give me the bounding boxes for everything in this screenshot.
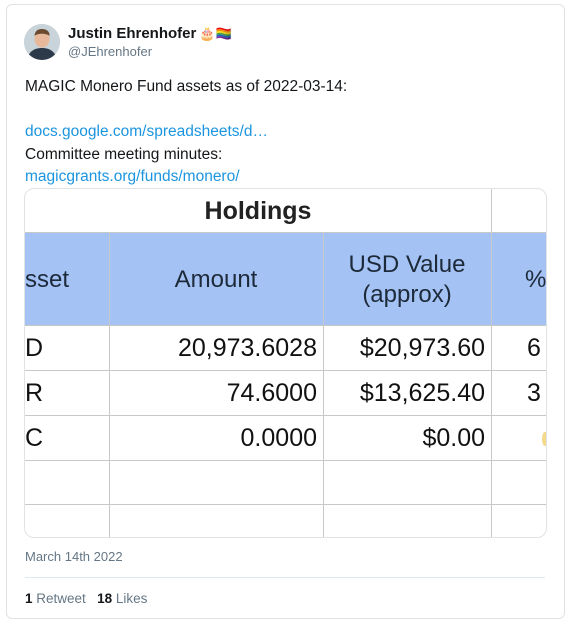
- header-amount: Amount: [174, 265, 258, 293]
- grid-line: [323, 233, 324, 537]
- cell-asset: C: [25, 424, 44, 452]
- cell-usd: $13,625.40: [359, 379, 485, 407]
- sheet-title: Holdings: [204, 196, 312, 225]
- grid-line: [25, 415, 546, 416]
- header-usd-value: USD Value (approx): [323, 233, 491, 326]
- cell-asset: R: [25, 379, 44, 407]
- attached-image[interactable]: Holdings sset Amount USD Value (approx) …: [24, 188, 547, 538]
- cell-percent-fragment: [542, 432, 546, 446]
- tweet-text-line: Committee meeting minutes:: [25, 146, 223, 163]
- grid-line: [491, 189, 492, 537]
- avatar-image: [24, 24, 60, 60]
- tweet-date[interactable]: March 14th 2022: [25, 549, 123, 564]
- cell-asset: D: [25, 334, 44, 362]
- like-count[interactable]: 18: [97, 591, 112, 606]
- retweet-label[interactable]: Retweet: [36, 591, 86, 606]
- grid-line: [25, 232, 546, 233]
- header-usd-line1: USD Value: [348, 250, 466, 278]
- divider: [25, 577, 545, 578]
- like-label[interactable]: Likes: [116, 591, 148, 606]
- engagement-stats: 1 Retweet 18 Likes: [25, 591, 147, 606]
- author-emoji: 🎂🏳️‍🌈: [199, 26, 232, 41]
- grid-line: [25, 460, 546, 461]
- cell-percent: 3: [527, 379, 541, 407]
- spreadsheet-screenshot: Holdings sset Amount USD Value (approx) …: [25, 189, 546, 537]
- cell-amount: 20,973.6028: [177, 334, 317, 362]
- grid-line: [109, 233, 110, 537]
- author-handle[interactable]: @JEhrenhofer: [68, 44, 152, 59]
- minutes-link[interactable]: magicgrants.org/funds/monero/: [25, 168, 240, 186]
- grid-line: [25, 504, 546, 505]
- avatar[interactable]: [24, 24, 60, 60]
- retweet-count[interactable]: 1: [25, 591, 33, 606]
- header-asset: sset: [25, 265, 70, 293]
- cell-percent: 6: [527, 334, 541, 362]
- cell-usd: $20,973.60: [359, 334, 485, 362]
- tweet-text-line: MAGIC Monero Fund assets as of 2022-03-1…: [25, 78, 348, 95]
- spreadsheet-link[interactable]: docs.google.com/spreadsheets/d…: [25, 123, 268, 141]
- header-percent: %: [525, 265, 547, 293]
- cell-amount: 74.6000: [226, 379, 317, 407]
- header-usd-line2: (approx): [362, 280, 452, 308]
- grid-line: [25, 370, 546, 371]
- cell-amount: 0.0000: [240, 424, 317, 452]
- author-name[interactable]: Justin Ehrenhofer 🎂🏳️‍🌈: [68, 25, 232, 42]
- cell-usd: $0.00: [422, 424, 485, 452]
- grid-line: [25, 325, 546, 326]
